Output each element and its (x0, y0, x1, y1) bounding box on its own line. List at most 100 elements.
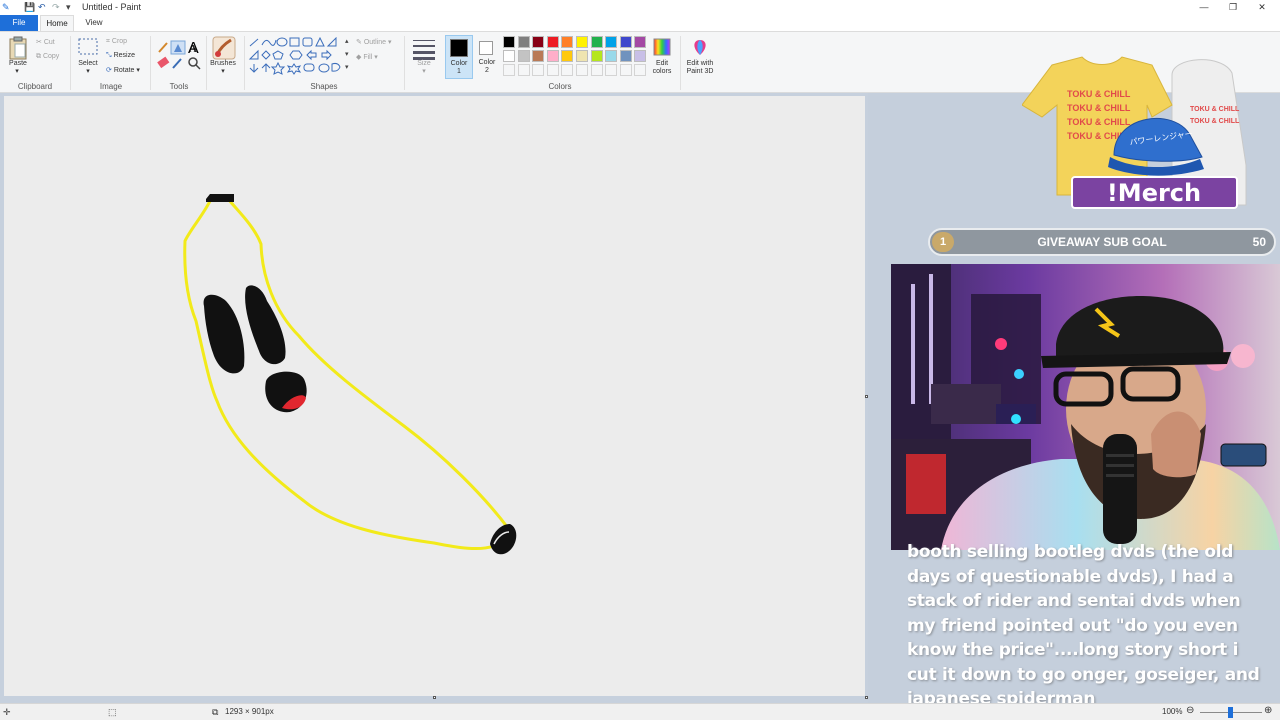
canvas-resize-handle-bottom[interactable] (433, 696, 436, 699)
shirt-text-1: TOKU & CHILL (1067, 89, 1131, 99)
shirt-text-3: TOKU & CHILL (1067, 117, 1131, 127)
paste-icon[interactable] (8, 36, 28, 60)
select-dropdown-icon[interactable]: ▾ (83, 68, 93, 76)
size-label[interactable]: Size (408, 60, 440, 68)
zoom-in-button[interactable]: ⊕ (1264, 705, 1272, 716)
pencil-icon[interactable] (157, 40, 158, 41)
color1-label-b: 1 (457, 68, 461, 75)
brushes-dropdown-icon[interactable]: ▾ (218, 68, 228, 76)
merch-graphic: TOKU & CHILL TOKU & CHILL TOKU & CHILL T… (1021, 56, 1247, 209)
palette-swatch[interactable] (517, 36, 530, 48)
custom-color-slot[interactable] (634, 64, 647, 76)
palette-swatch[interactable] (532, 36, 545, 48)
custom-color-slot[interactable] (576, 64, 588, 76)
copy-label: Copy (42, 53, 60, 60)
custom-color-slot[interactable] (561, 64, 574, 76)
custom-color-slot[interactable] (619, 64, 632, 76)
palette-swatch[interactable] (634, 36, 647, 48)
edit-colors-label-b: colors (652, 68, 672, 75)
paste-dropdown-icon[interactable]: ▾ (12, 68, 22, 76)
palette-swatch[interactable] (561, 36, 574, 48)
sub-goal-target: 50 (1252, 235, 1266, 249)
zoom-slider-thumb[interactable] (1228, 707, 1233, 718)
separator (70, 36, 71, 90)
palette-swatch[interactable] (619, 50, 632, 62)
palette-swatch[interactable] (576, 50, 588, 62)
palette-swatch[interactable] (634, 50, 647, 62)
palette-swatch[interactable] (605, 36, 618, 48)
customize-toolbar-icon[interactable]: ▾ (66, 2, 71, 12)
select-icon[interactable] (78, 38, 98, 56)
paste-label[interactable]: Paste (4, 60, 32, 68)
palette-swatch[interactable] (619, 36, 632, 48)
custom-color-slot[interactable] (517, 64, 530, 76)
palette-swatch[interactable] (532, 50, 545, 62)
custom-color-slot[interactable] (503, 64, 515, 76)
save-icon[interactable]: 💾 (24, 2, 35, 12)
sub-goal-title: GIVEAWAY SUB GOAL (1037, 235, 1167, 249)
color2-button[interactable]: Color 2 (474, 35, 500, 79)
palette-swatch[interactable] (561, 50, 574, 62)
paint3d-label[interactable]: Edit with Paint 3D (680, 60, 720, 76)
custom-color-slot[interactable] (546, 64, 559, 76)
custom-color-slot[interactable] (605, 64, 618, 76)
palette-swatch[interactable] (517, 50, 530, 62)
rotate-label: Rotate (113, 67, 135, 74)
custom-color-slot[interactable] (532, 64, 545, 76)
tab-view[interactable]: View (78, 15, 110, 31)
palette-swatch[interactable] (546, 50, 559, 62)
shapes-gallery[interactable] (248, 37, 348, 77)
cut-button[interactable]: ✂ Cut (36, 38, 55, 46)
select-label[interactable]: Select (74, 60, 102, 68)
palette-swatch[interactable] (503, 36, 515, 48)
drawing (183, 194, 517, 555)
edit-colors-icon[interactable] (652, 37, 672, 57)
chat-message: booth selling bootleg dvds (the old days… (907, 542, 1260, 705)
paint3d-label-b: Paint 3D (686, 68, 714, 75)
webcam-image (891, 264, 1280, 550)
paint3d-icon[interactable] (690, 37, 710, 57)
palette-swatch[interactable] (546, 36, 559, 48)
separator (404, 36, 405, 90)
redo-icon[interactable]: ↷ (52, 2, 60, 12)
undo-icon[interactable]: ↶ (38, 2, 46, 12)
fill-button[interactable]: ◆ Fill ▾ (356, 53, 378, 61)
color-picker-icon[interactable] (173, 58, 174, 59)
eraser-icon[interactable] (157, 58, 158, 59)
shapes-scroll-up[interactable]: ▴ (345, 37, 349, 45)
colors-group-label: Colors (548, 82, 572, 91)
color1-button[interactable]: Color 1 (445, 35, 473, 79)
tab-home[interactable]: Home (40, 15, 74, 31)
chat-overlay: booth selling bootleg dvds (the old days… (907, 540, 1272, 705)
fill-icon[interactable] (171, 40, 172, 41)
rotate-button[interactable]: ⟳ Rotate ▾ (106, 66, 140, 74)
menu-tabs: File Home View (0, 15, 1280, 31)
palette-swatch[interactable] (605, 50, 618, 62)
magnifier-icon[interactable] (190, 58, 191, 59)
minimize-button[interactable]: — (1192, 1, 1216, 14)
outline-button[interactable]: ✎ Outline ▾ (356, 38, 391, 46)
crop-button[interactable]: ⌗ Crop (106, 38, 127, 46)
shapes-scroll-down[interactable]: ▾ (345, 50, 349, 58)
palette-swatch[interactable] (576, 36, 588, 48)
palette-swatch[interactable] (503, 50, 515, 62)
size-dropdown-icon[interactable]: ▾ (419, 68, 429, 76)
tab-file[interactable]: File (0, 15, 38, 31)
zoom-out-button[interactable]: ⊖ (1186, 705, 1194, 716)
custom-color-slot[interactable] (590, 64, 603, 76)
text-tool-icon[interactable]: A (188, 40, 199, 57)
size-icon[interactable] (412, 38, 436, 60)
restore-button[interactable]: ❐ (1221, 1, 1245, 14)
brushes-label[interactable]: Brushes (206, 60, 240, 68)
close-button[interactable]: ✕ (1250, 1, 1274, 14)
rotate-icon: ⟳ (106, 67, 112, 74)
palette-swatch[interactable] (590, 50, 603, 62)
copy-button[interactable]: ⧉ Copy (36, 53, 59, 61)
brushes-icon[interactable] (212, 36, 236, 60)
shapes-expand[interactable]: ▾ (345, 63, 349, 71)
palette-swatch[interactable] (590, 36, 603, 48)
drawing-canvas[interactable] (4, 96, 865, 696)
edit-colors-label[interactable]: Edit colors (646, 60, 678, 76)
resize-button[interactable]: ⤡ Resize (106, 52, 135, 60)
title-bar: ✎ 💾 ↶ ↷ ▾ Untitled - Paint — ❐ ✕ (0, 0, 1280, 15)
